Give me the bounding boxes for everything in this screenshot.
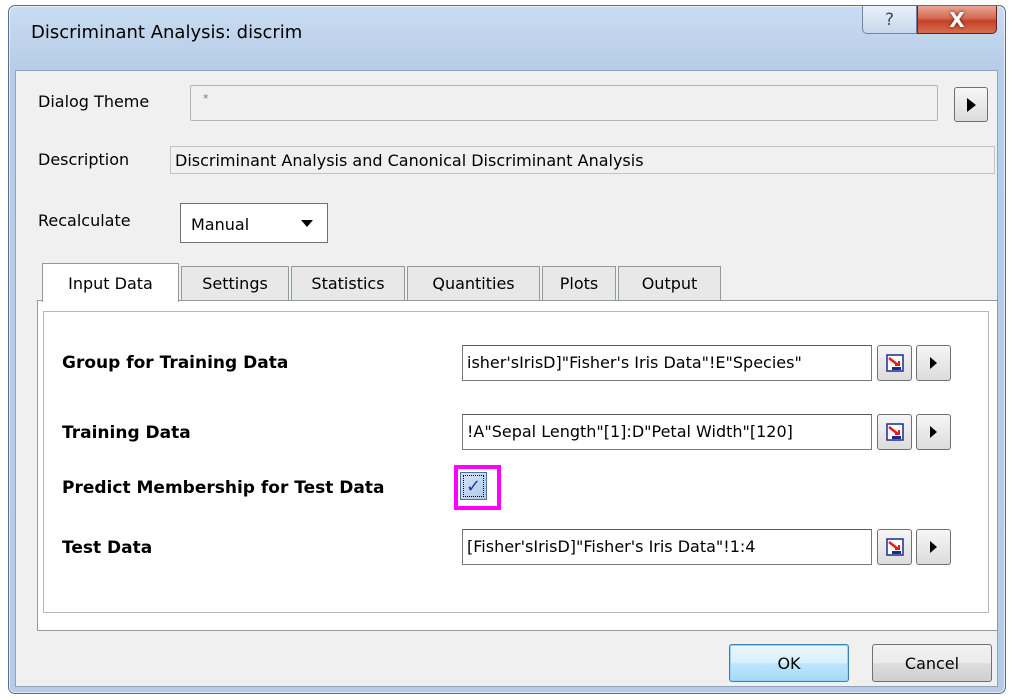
window-title: Discriminant Analysis: discrim [31,22,303,43]
recalculate-value: Manual [191,215,250,234]
chevron-down-icon [301,220,313,227]
play-arrow-icon [930,357,937,369]
tab-output[interactable]: Output [618,266,721,300]
predict-membership-label: Predict Membership for Test Data [62,478,385,498]
dialog-theme-field[interactable]: * [190,85,938,121]
help-button[interactable]: ? [862,6,917,34]
dialog-theme-label: Dialog Theme [38,92,150,111]
cancel-button-label: Cancel [904,653,960,673]
group-training-menu-button[interactable] [916,345,951,381]
ok-button[interactable]: OK [729,644,849,682]
test-data-menu-button[interactable] [916,529,951,565]
tab-label: Statistics [311,274,385,293]
training-data-input[interactable]: !A"Sepal Length"[1]:D"Petal Width"[120] [462,414,872,450]
dialog-theme-menu-button[interactable] [954,87,988,122]
select-range-icon [886,423,904,441]
tab-label: Output [641,274,698,293]
cancel-button[interactable]: Cancel [872,644,992,682]
group-training-label: Group for Training Data [62,353,289,373]
play-arrow-icon [930,541,937,553]
select-range-icon [886,538,904,556]
training-data-select-button[interactable] [877,414,912,450]
group-training-select-button[interactable] [877,345,912,381]
recalculate-label: Recalculate [38,211,131,230]
tab-plots[interactable]: Plots [542,266,616,300]
training-data-label: Training Data [62,423,191,443]
help-icon: ? [884,9,895,30]
tab-label: Input Data [68,273,153,293]
tab-settings[interactable]: Settings [181,266,289,300]
ok-button-label: OK [777,653,801,673]
select-range-icon [886,354,904,372]
tab-label: Settings [202,274,268,293]
test-data-label: Test Data [62,538,153,558]
test-data-select-button[interactable] [877,529,912,565]
play-arrow-icon [966,97,976,112]
tab-input-data[interactable]: Input Data [42,263,179,302]
close-button[interactable]: X [917,6,997,34]
description-label: Description [38,150,130,169]
tab-label: Plots [559,274,599,293]
predict-membership-checkbox[interactable]: ✓ [460,472,487,500]
recalculate-dropdown[interactable]: Manual [180,203,328,243]
tab-label: Quantities [432,274,515,293]
tab-quantities[interactable]: Quantities [407,266,540,300]
test-data-input[interactable]: [Fisher'sIrisD]"Fisher's Iris Data"!1:4 [462,529,872,565]
training-data-menu-button[interactable] [916,414,951,450]
group-training-input[interactable]: isher'sIrisD]"Fisher's Iris Data"!E"Spec… [462,345,872,381]
tab-statistics[interactable]: Statistics [291,266,405,300]
description-field: Discriminant Analysis and Canonical Disc… [170,146,995,174]
play-arrow-icon [930,426,937,438]
checkmark-icon: ✓ [465,475,482,497]
close-icon: X [949,7,965,32]
